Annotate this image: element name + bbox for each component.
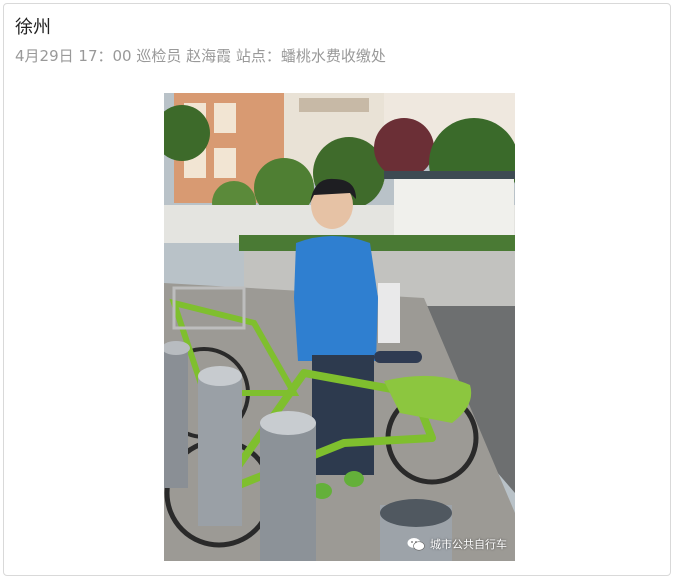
wechat-icon	[407, 538, 425, 551]
inspector-photo: 城市公共自行车	[164, 93, 515, 561]
photo-watermark: 城市公共自行车	[407, 536, 507, 552]
post-meta: 4月29日 17：00 巡检员 赵海霞 站点：蟠桃水费收缴处	[15, 47, 386, 65]
watermark-text: 城市公共自行车	[430, 538, 507, 551]
post-title: 徐州	[15, 17, 51, 38]
post-card: 徐州 4月29日 17：00 巡检员 赵海霞 站点：蟠桃水费收缴处 城市公共自行…	[3, 3, 671, 576]
